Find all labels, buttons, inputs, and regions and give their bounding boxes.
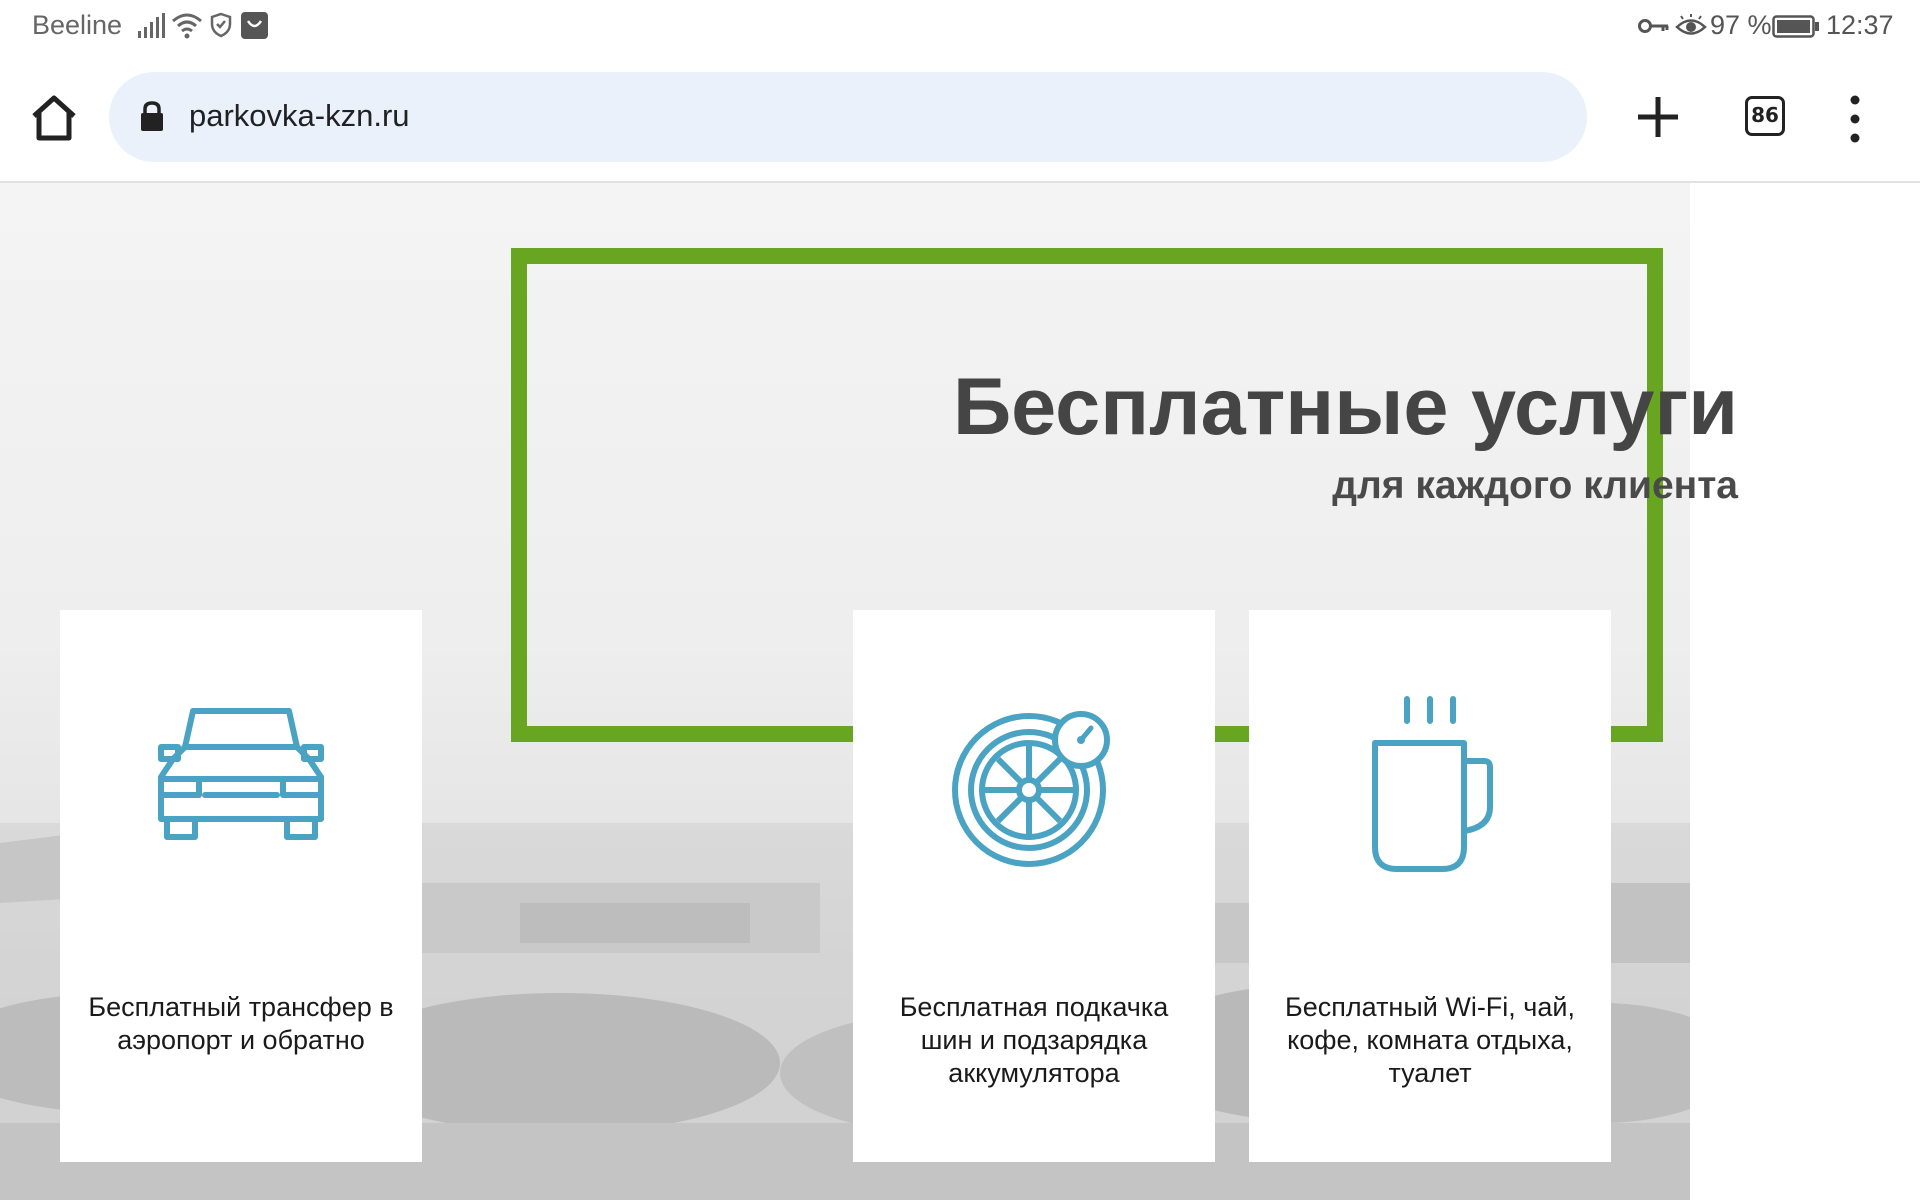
battery-percent: 97 % [1710, 10, 1772, 40]
web-page: Бесплатные услуги для каждого клиента Бе… [0, 183, 1920, 1200]
lock-icon [141, 101, 163, 131]
url-text[interactable]: parkovka-kzn.ru [189, 98, 410, 134]
coffee-mug-icon [1372, 696, 1493, 872]
service-text: Бесплатная подкачка шин и подзарядка акк… [899, 992, 1169, 1088]
service-card-transfer: Бесплатный трансфер в аэропорт и обратно [60, 610, 422, 1162]
plus-icon[interactable] [1632, 91, 1684, 143]
eye-icon [1675, 14, 1707, 35]
service-card-tires: Бесплатная подкачка шин и подзарядка акк… [853, 610, 1215, 1162]
key-icon [1638, 19, 1669, 33]
home-icon[interactable] [26, 90, 82, 146]
address-bar[interactable]: parkovka-kzn.ru [109, 72, 1587, 162]
shield-icon [210, 12, 232, 38]
service-card-wifi-tea: Бесплатный Wi-Fi, чай, кофе, комната отд… [1249, 610, 1611, 1162]
battery-icon [1772, 15, 1819, 38]
tabs-counter-button[interactable]: 86 [1745, 96, 1785, 136]
clock: 12:37 [1826, 10, 1894, 40]
more-vert-icon[interactable] [1840, 91, 1870, 147]
signal-icon [138, 13, 165, 38]
status-bar: Beeline 97 % 12:37 [0, 0, 1920, 56]
service-text: Бесплатный трансфер в аэропорт и обратно [88, 992, 394, 1055]
car-icon [158, 708, 324, 840]
wifi-icon [172, 13, 202, 39]
page-subtitle: для каждого клиента [1332, 464, 1738, 507]
service-text: Бесплатный Wi-Fi, чай, кофе, комната отд… [1285, 992, 1575, 1088]
app-notification-icon [241, 12, 268, 39]
page-title: Бесплатные услуги [952, 362, 1738, 452]
browser-toolbar: parkovka-kzn.ru 86 [0, 56, 1920, 183]
tire-pressure-icon [952, 711, 1110, 867]
carrier-name: Beeline [32, 10, 123, 40]
